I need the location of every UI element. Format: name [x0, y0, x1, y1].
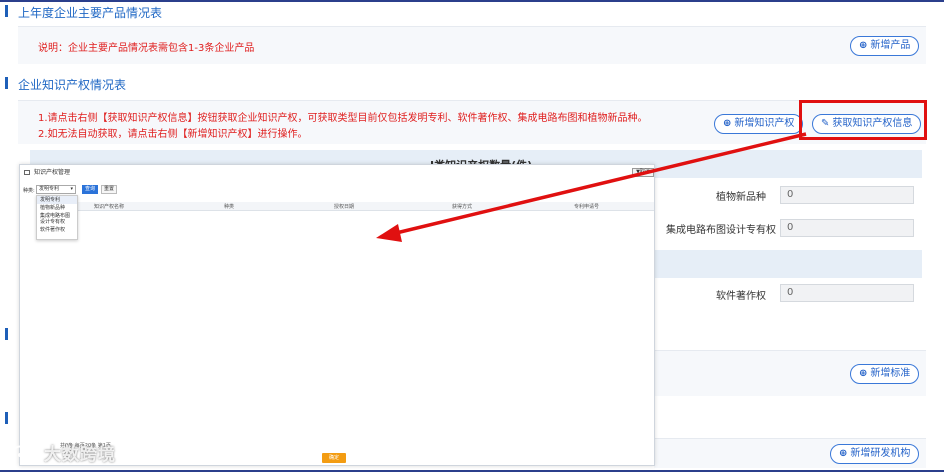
watermark-logo-icon — [12, 445, 37, 457]
watermark-text: 大数跨境 — [44, 445, 116, 465]
annotation-arrow — [376, 132, 807, 242]
arrow-head — [376, 224, 402, 242]
arrow-line — [391, 132, 807, 236]
